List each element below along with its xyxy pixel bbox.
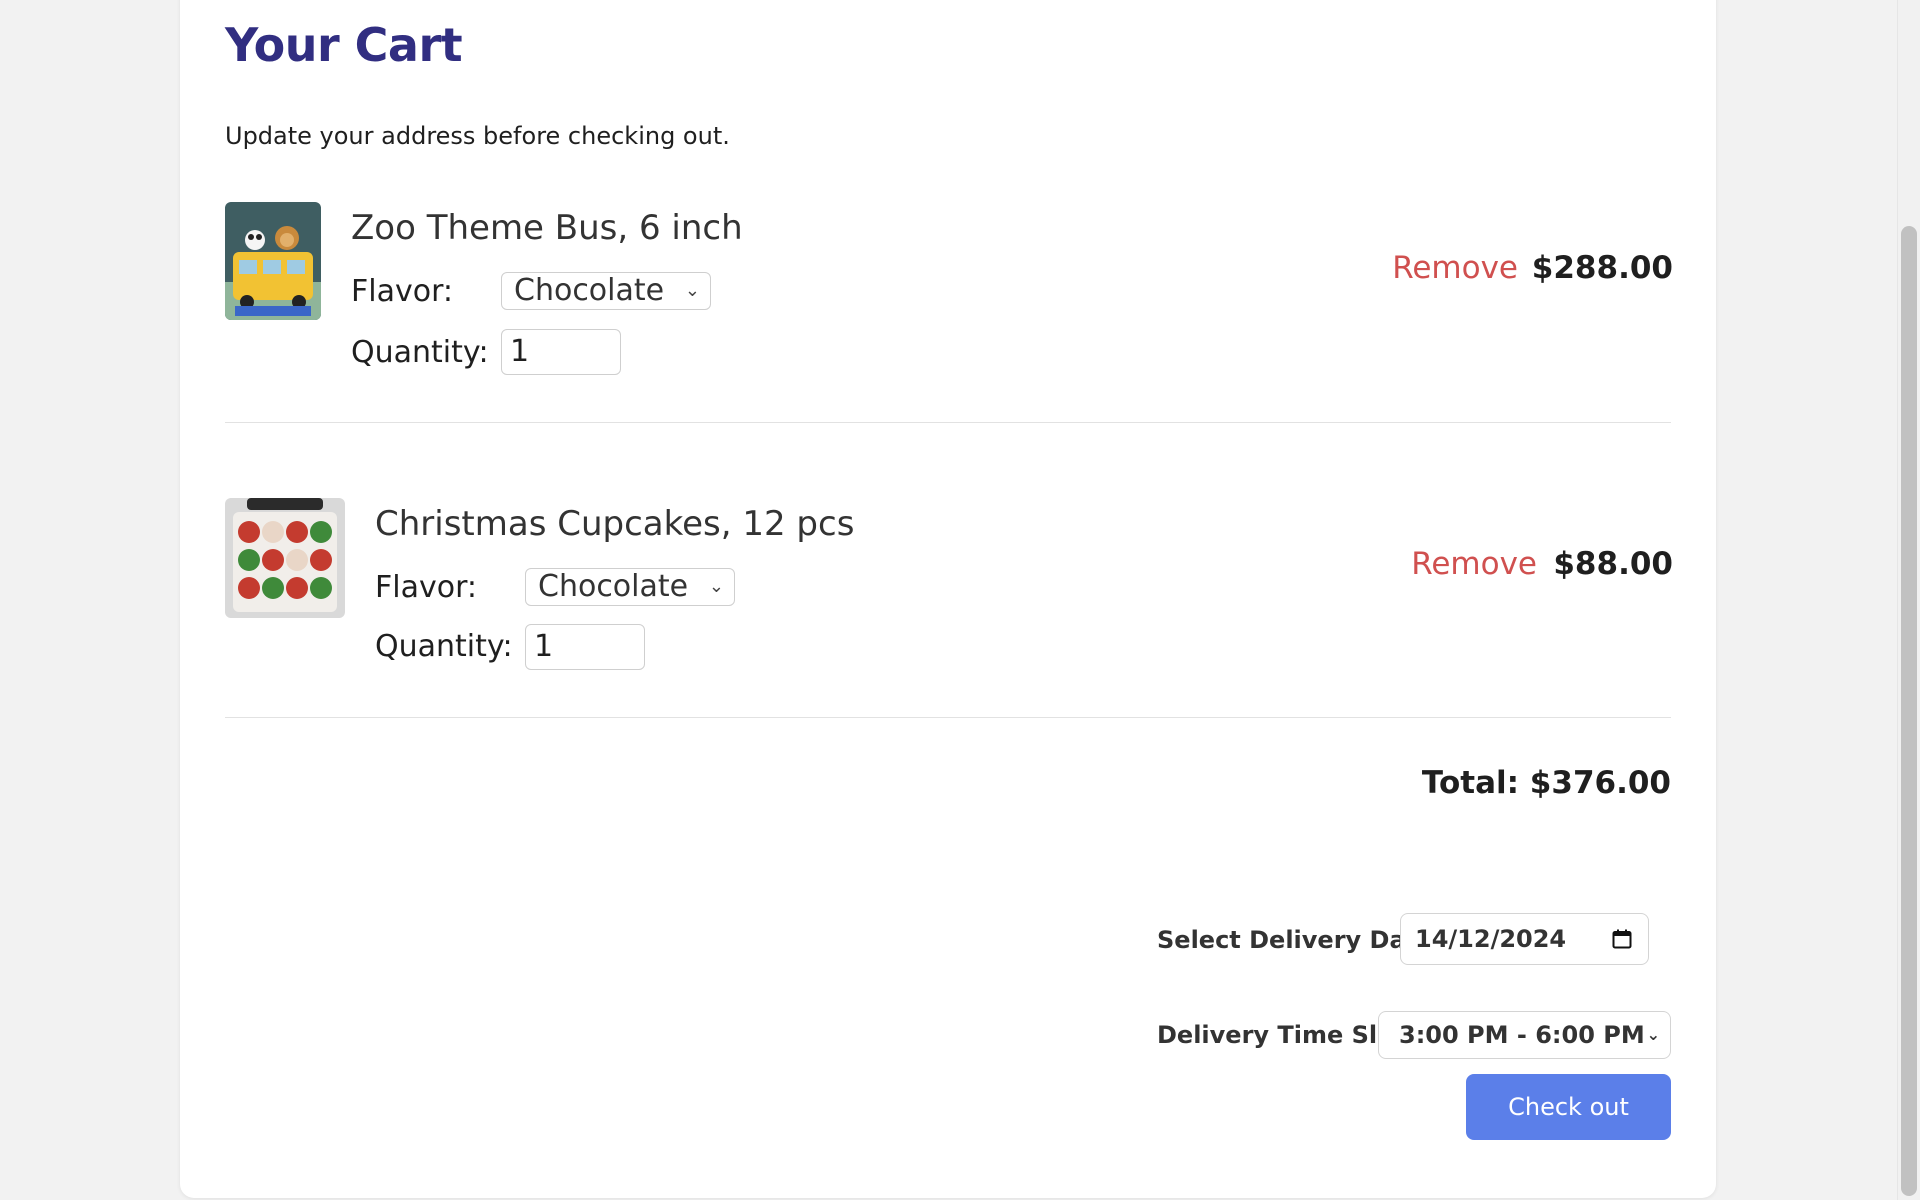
checkout-button[interactable]: Check out (1466, 1074, 1671, 1140)
delivery-time-label: Delivery Time Slot: (1157, 1021, 1415, 1049)
delivery-date-input[interactable]: 14/12/2024 (1400, 913, 1649, 965)
chevron-down-icon: ⌄ (684, 280, 700, 301)
page-title: Your Cart (225, 18, 463, 72)
flavor-label: Flavor: (375, 570, 477, 605)
delivery-time-select[interactable]: 3:00 PM - 6:00 PM ⌄ (1378, 1011, 1671, 1059)
flavor-value: Chocolate (514, 273, 665, 308)
cart-item: Zoo Theme Bus, 6 inch Flavor: Chocolate … (225, 202, 1673, 382)
cake-image[interactable] (225, 202, 321, 320)
page: Your Cart Update your address before che… (0, 0, 1920, 1200)
calendar-icon[interactable] (1612, 929, 1632, 949)
flavor-select[interactable]: Chocolate ⌄ (525, 568, 735, 606)
delivery-time-value: 3:00 PM - 6:00 PM (1399, 1021, 1645, 1049)
cake-photo-icon (225, 202, 321, 320)
item-price: $288.00 (1531, 250, 1673, 286)
chevron-down-icon: ⌄ (708, 576, 724, 597)
scrollbar[interactable] (1897, 0, 1920, 1200)
quantity-input[interactable]: 1 (525, 624, 645, 670)
cart-item: Christmas Cupcakes, 12 pcs Flavor: Choco… (225, 498, 1673, 678)
cupcakes-image[interactable] (225, 498, 345, 618)
cupcakes-photo-icon (225, 498, 345, 618)
cart-total: Total: $376.00 (1421, 765, 1671, 801)
remove-button[interactable]: Remove (1392, 250, 1518, 286)
address-notice: Update your address before checking out. (225, 122, 730, 150)
item-divider (225, 717, 1671, 718)
quantity-input[interactable]: 1 (501, 329, 621, 375)
item-name: Zoo Theme Bus, 6 inch (351, 208, 743, 248)
quantity-label: Quantity: (375, 629, 513, 664)
remove-button[interactable]: Remove (1411, 546, 1537, 582)
item-divider (225, 422, 1671, 423)
flavor-value: Chocolate (538, 569, 689, 604)
flavor-select[interactable]: Chocolate ⌄ (501, 272, 711, 310)
quantity-label: Quantity: (351, 335, 489, 370)
delivery-date-value: 14/12/2024 (1415, 925, 1567, 953)
scrollbar-thumb[interactable] (1901, 226, 1917, 1196)
item-price: $88.00 (1553, 546, 1673, 582)
chevron-down-icon: ⌄ (1646, 1025, 1660, 1044)
item-name: Christmas Cupcakes, 12 pcs (375, 504, 855, 544)
flavor-label: Flavor: (351, 274, 453, 309)
